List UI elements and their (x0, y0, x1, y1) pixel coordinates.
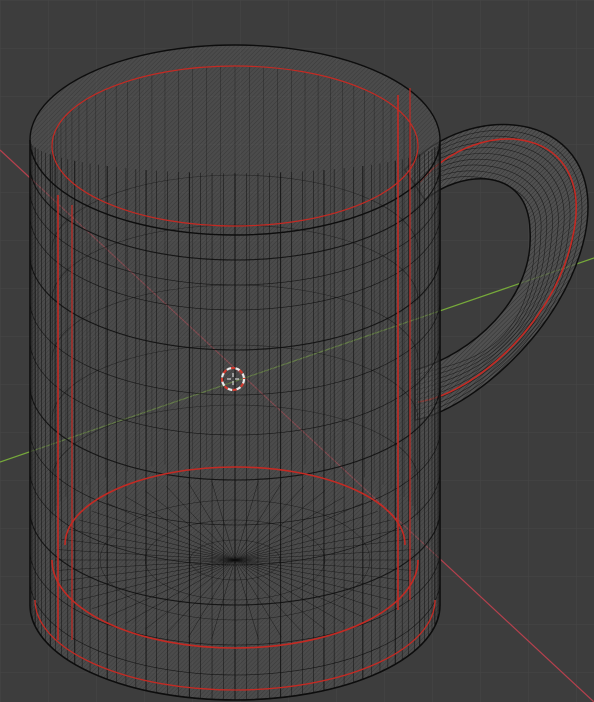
3d-viewport[interactable] (0, 0, 594, 702)
viewport-canvas[interactable] (0, 0, 594, 702)
mug-bottom-faces (55, 480, 415, 640)
